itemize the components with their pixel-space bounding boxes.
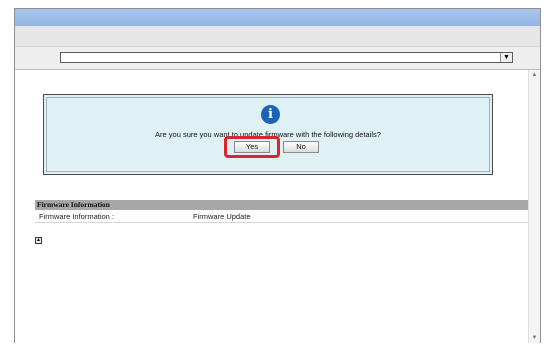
scroll-up-icon[interactable]: ▲ [529,70,540,80]
firmware-info-label: Firmware Information : [39,212,115,221]
vertical-scrollbar[interactable]: ▲ ▼ [528,70,540,343]
confirm-dialog: i Are you sure you want to update firmwa… [43,94,493,175]
select-bar: ▼ [15,47,540,70]
info-icon: i [261,105,280,124]
table-row: Firmware Information : Firmware Update [35,211,529,223]
scroll-down-icon[interactable]: ▼ [529,333,540,343]
no-button[interactable]: No [283,141,319,153]
page-top-icon[interactable]: ▲ [35,237,42,244]
toolbar [15,26,540,47]
firmware-info-value: Firmware Update [193,212,251,221]
section-header-firmware: Firmware Information [35,200,529,210]
yes-button-highlight [224,136,280,158]
chevron-down-icon[interactable]: ▼ [500,53,512,62]
browser-window: ▼ i Are you sure you want to update firm… [14,8,541,343]
title-bar [15,9,540,26]
main-content: i Are you sure you want to update firmwa… [15,70,529,343]
page-select-dropdown[interactable]: ▼ [60,52,513,63]
